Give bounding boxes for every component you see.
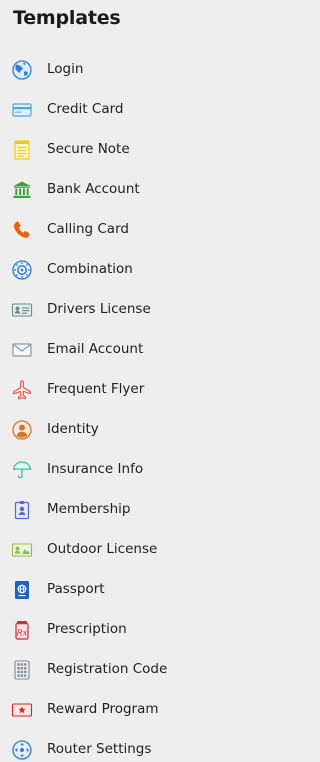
- router-icon: [11, 739, 33, 761]
- template-item-label: Secure Note: [47, 141, 130, 157]
- template-item-secure-note[interactable]: Secure Note: [0, 130, 282, 170]
- panel-title: Templates: [13, 7, 121, 29]
- template-item-label: Registration Code: [47, 661, 168, 677]
- template-item-credit-card[interactable]: Credit Card: [0, 90, 282, 130]
- templates-panel: Templates Login Credit Card Secure Note …: [0, 0, 282, 762]
- umbrella-icon: [11, 459, 33, 481]
- combination-dial-icon: [11, 259, 33, 281]
- phone-icon: [11, 219, 33, 241]
- template-item-email-account[interactable]: Email Account: [0, 330, 282, 370]
- template-item-label: Router Settings: [47, 741, 152, 757]
- template-item-label: Combination: [47, 261, 133, 277]
- template-item-label: Bank Account: [47, 181, 140, 197]
- template-item-prescription[interactable]: Rx Prescription: [0, 610, 282, 650]
- template-item-label: Prescription: [47, 621, 127, 637]
- reward-star-icon: [11, 699, 33, 721]
- template-item-label: Identity: [47, 421, 99, 437]
- template-item-label: Credit Card: [47, 101, 124, 117]
- svg-text:Rx: Rx: [15, 628, 27, 638]
- template-item-label: Frequent Flyer: [47, 381, 145, 397]
- template-item-label: Insurance Info: [47, 461, 144, 477]
- template-item-registration-code[interactable]: Registration Code: [0, 650, 282, 690]
- template-item-label: Passport: [47, 581, 105, 597]
- id-card-icon: [11, 299, 33, 321]
- credit-card-icon: [11, 99, 33, 121]
- template-item-label: Outdoor License: [47, 541, 158, 557]
- template-item-bank-account[interactable]: Bank Account: [0, 170, 282, 210]
- template-item-identity[interactable]: Identity: [0, 410, 282, 450]
- template-item-drivers-license[interactable]: Drivers License: [0, 290, 282, 330]
- template-item-combination[interactable]: Combination: [0, 250, 282, 290]
- note-icon: [11, 139, 33, 161]
- airplane-icon: [11, 379, 33, 401]
- globe-icon: [11, 59, 33, 81]
- person-icon: [11, 419, 33, 441]
- template-item-passport[interactable]: Passport: [0, 570, 282, 610]
- template-item-outdoor-license[interactable]: Outdoor License: [0, 530, 282, 570]
- bank-icon: [11, 179, 33, 201]
- passport-icon: [11, 579, 33, 601]
- template-item-label: Login: [47, 61, 84, 77]
- template-item-label: Email Account: [47, 341, 144, 357]
- template-item-label: Drivers License: [47, 301, 151, 317]
- template-item-router-settings[interactable]: Router Settings: [0, 730, 282, 762]
- envelope-icon: [11, 339, 33, 361]
- template-item-membership[interactable]: Membership: [0, 490, 282, 530]
- template-item-insurance-info[interactable]: Insurance Info: [0, 450, 282, 490]
- keypad-icon: [11, 659, 33, 681]
- template-list: Login Credit Card Secure Note Bank Accou…: [0, 50, 282, 762]
- template-item-reward-program[interactable]: Reward Program: [0, 690, 282, 730]
- outdoor-license-icon: [11, 539, 33, 561]
- template-item-label: Calling Card: [47, 221, 129, 237]
- template-item-label: Membership: [47, 501, 131, 517]
- template-item-label: Reward Program: [47, 701, 159, 717]
- badge-icon: [11, 499, 33, 521]
- prescription-icon: Rx: [11, 619, 33, 641]
- template-item-frequent-flyer[interactable]: Frequent Flyer: [0, 370, 282, 410]
- template-item-calling-card[interactable]: Calling Card: [0, 210, 282, 250]
- template-item-login[interactable]: Login: [0, 50, 282, 90]
